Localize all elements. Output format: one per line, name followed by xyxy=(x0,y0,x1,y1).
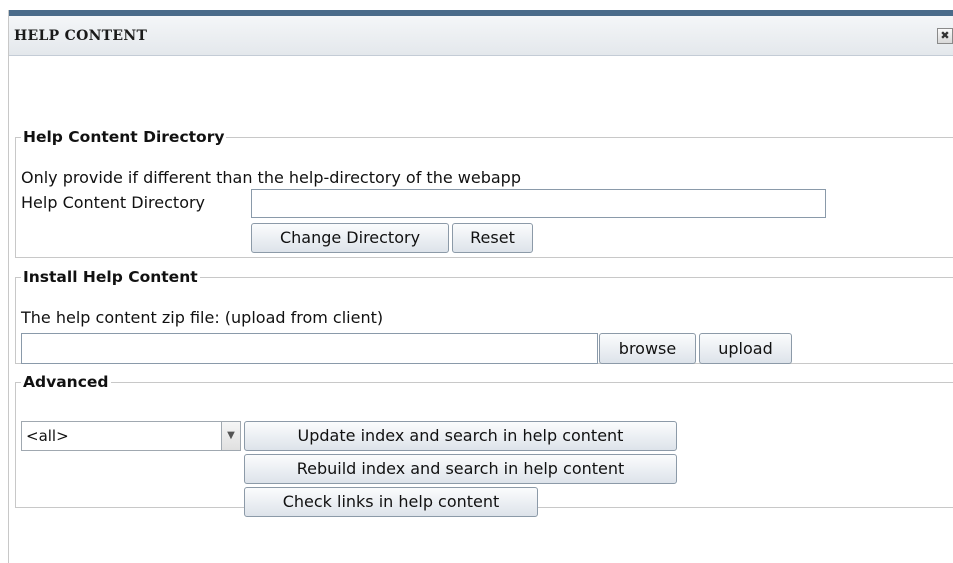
help-content-directory-input[interactable] xyxy=(251,189,826,218)
browse-button[interactable]: browse xyxy=(599,333,696,364)
dialog-title-bar: HELP CONTENT ✖ xyxy=(9,10,953,56)
install-help-content-legend: Install Help Content xyxy=(23,268,198,286)
install-help-content-section: Install Help Content The help content zi… xyxy=(15,268,953,364)
advanced-section: Advanced <all> ▼ Update index and search… xyxy=(15,373,953,517)
check-links-button[interactable]: Check links in help content xyxy=(244,487,538,517)
help-content-directory-section: Help Content Directory Only provide if d… xyxy=(15,128,953,258)
reset-button[interactable]: Reset xyxy=(452,223,533,253)
close-icon: ✖ xyxy=(940,29,950,42)
help-content-directory-legend: Help Content Directory xyxy=(23,128,225,146)
advanced-legend: Advanced xyxy=(23,373,109,391)
rebuild-index-button[interactable]: Rebuild index and search in help content xyxy=(244,454,677,484)
update-index-button[interactable]: Update index and search in help content xyxy=(244,421,677,451)
change-directory-button[interactable]: Change Directory xyxy=(251,223,449,253)
directory-field-label: Help Content Directory xyxy=(21,193,206,212)
dialog-title: HELP CONTENT xyxy=(14,28,148,44)
close-button[interactable]: ✖ xyxy=(937,28,953,44)
zip-file-input[interactable] xyxy=(21,333,598,364)
chevron-down-icon[interactable]: ▼ xyxy=(221,422,240,450)
upload-button[interactable]: upload xyxy=(699,333,792,364)
content-scope-select[interactable]: <all> ▼ xyxy=(21,421,241,451)
directory-description: Only provide if different than the help-… xyxy=(21,168,521,187)
help-content-dialog: HELP CONTENT ✖ Help Content Directory On… xyxy=(8,10,953,563)
content-scope-selected-value: <all> xyxy=(26,427,69,445)
install-description: The help content zip file: (upload from … xyxy=(21,308,384,327)
